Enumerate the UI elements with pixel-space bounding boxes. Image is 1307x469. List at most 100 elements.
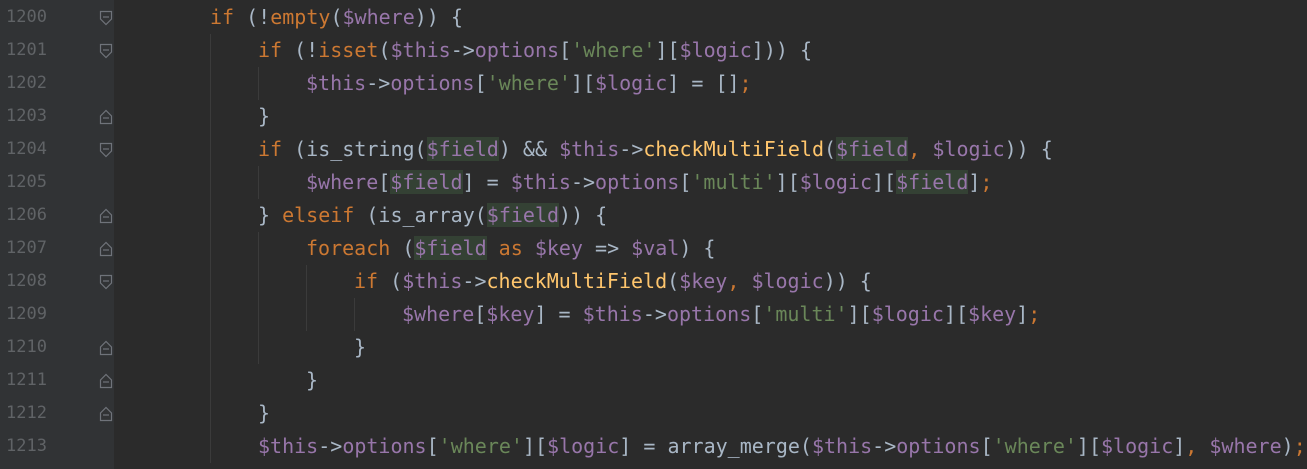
code-token: $field [836, 137, 909, 161]
code-line[interactable]: $this->options['where'][$logic] = []; [306, 67, 752, 100]
code-token: options [666, 302, 752, 326]
line-number: 1206 [6, 205, 47, 225]
fold-end-icon[interactable] [98, 338, 114, 358]
code-token: $field [390, 170, 463, 194]
code-token: options [390, 71, 475, 95]
code-token: $field [896, 170, 969, 194]
code-token: $this [258, 434, 319, 458]
code-token: ) && [498, 137, 560, 161]
code-token: -> [450, 38, 475, 62]
code-token: -> [619, 137, 644, 161]
code-token: (is_string( [282, 137, 427, 161]
code-token: (! [282, 38, 319, 62]
fold-collapse-icon[interactable] [98, 41, 114, 61]
code-line[interactable]: } [258, 100, 270, 133]
code-token: 'where' [992, 434, 1077, 458]
code-token: ] = [462, 170, 511, 194]
code-token: options [595, 170, 680, 194]
code-token: $this [306, 71, 367, 95]
fold-end-icon[interactable] [98, 371, 114, 391]
code-token: ) { [679, 236, 716, 260]
code-line[interactable]: $where[$key] = $this->options['multi'][$… [402, 298, 1040, 331]
code-token: ; [1028, 302, 1041, 326]
code-line[interactable]: } [258, 397, 270, 430]
line-number: 1207 [6, 238, 47, 258]
code-line[interactable]: if ($this->checkMultiField($key, $logic)… [354, 265, 872, 298]
code-line[interactable]: if (!isset($this->options['where'][$logi… [258, 34, 812, 67]
code-token: [ [751, 302, 764, 326]
code-token: checkMultiField [486, 269, 668, 293]
code-token: $logic [871, 302, 944, 326]
code-token: 'where' [486, 71, 571, 95]
code-token: $key [968, 302, 1017, 326]
indent-guide [354, 298, 355, 331]
code-line[interactable]: } elseif (is_array($field)) { [258, 199, 607, 232]
code-token: $logic [932, 137, 1005, 161]
code-token: )) { [559, 203, 608, 227]
code-token: [ [474, 302, 487, 326]
code-token: ][ [872, 170, 897, 194]
fold-end-icon[interactable] [98, 107, 114, 127]
line-number: 1209 [6, 304, 47, 324]
fold-collapse-icon[interactable] [98, 272, 114, 292]
code-token: -> [872, 434, 897, 458]
code-token: $logic [799, 170, 873, 194]
code-token: $this [811, 434, 873, 458]
code-token: $this [510, 170, 571, 194]
fold-end-icon[interactable] [98, 239, 114, 259]
code-line[interactable]: } [354, 331, 366, 364]
code-token: [ [679, 170, 692, 194]
code-token: [ [426, 434, 439, 458]
code-token: as [486, 236, 535, 260]
code-token: $key [486, 302, 535, 326]
code-line[interactable]: if (is_string($field) && $this->checkMul… [258, 133, 1053, 166]
code-token: options [342, 434, 427, 458]
code-token: $val [631, 236, 680, 260]
fold-end-icon[interactable] [98, 206, 114, 226]
code-token: ) [1281, 434, 1294, 458]
code-token: $field [414, 236, 487, 260]
code-token: ][ [655, 38, 680, 62]
code-token: $this [390, 38, 451, 62]
code-token: if [258, 137, 283, 161]
code-token: ] = [534, 302, 583, 326]
code-line[interactable]: $where[$field] = $this->options['multi']… [306, 166, 992, 199]
code-token: ] [1016, 302, 1029, 326]
code-token: ( [667, 269, 680, 293]
code-token: , [727, 269, 752, 293]
indent-guide [258, 166, 259, 199]
code-token: -> [570, 170, 596, 194]
code-line[interactable]: $this->options['where'][$logic] = array_… [258, 430, 1306, 463]
code-line[interactable]: } [306, 364, 318, 397]
code-area[interactable]: if (!empty($where)) {if (!isset($this->o… [114, 0, 1307, 469]
fold-collapse-icon[interactable] [98, 140, 114, 160]
fold-end-icon[interactable] [98, 404, 114, 424]
code-token: options [896, 434, 981, 458]
code-token: [ [378, 170, 391, 194]
code-token: 'multi' [691, 170, 776, 194]
code-token: ][ [1076, 434, 1101, 458]
code-token: 'where' [571, 38, 656, 62]
fold-collapse-icon[interactable] [98, 8, 114, 28]
code-token: [ [474, 71, 487, 95]
code-token: empty [270, 5, 331, 29]
line-number-gutter[interactable]: 1200 1201 1202 1203 1204 1205 1206 1207 1208 1209… [0, 0, 114, 469]
code-token: )) { [823, 269, 872, 293]
code-line[interactable]: if (!empty($where)) { [210, 1, 463, 34]
line-number: 1205 [6, 172, 47, 192]
code-token: ] [1173, 434, 1186, 458]
code-token: } [306, 368, 319, 392]
code-token: ; [739, 71, 752, 95]
code-line[interactable]: foreach ($field as $key => $val) { [306, 232, 715, 265]
code-token: ][ [847, 302, 872, 326]
code-editor[interactable]: 1200 1201 1202 1203 1204 1205 1206 1207 1208 1209… [0, 0, 1307, 469]
code-token: ][ [943, 302, 969, 326]
code-token: [ [980, 434, 993, 458]
code-token: => [582, 236, 632, 260]
code-token: } [258, 203, 283, 227]
code-token: ][ [570, 71, 596, 95]
code-token: } [258, 401, 271, 425]
code-token: ; [1293, 434, 1306, 458]
line-number: 1213 [6, 436, 47, 456]
code-token: ][ [775, 170, 800, 194]
